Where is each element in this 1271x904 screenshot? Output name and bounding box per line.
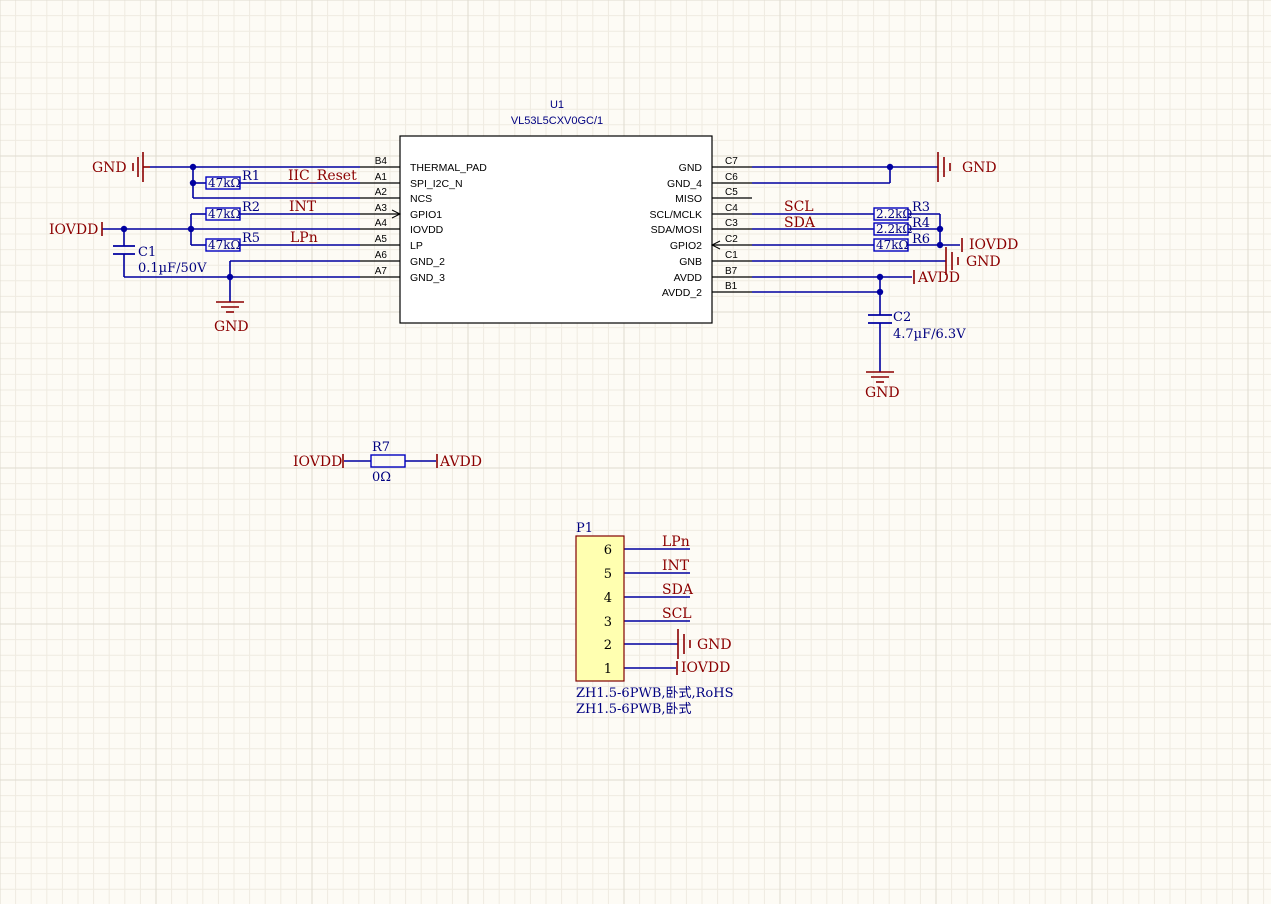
p1-pin-2[interactable]: 2 <box>604 638 612 653</box>
u1-pin-number: A6 <box>375 250 388 261</box>
p1-net-label-scl: SCL <box>662 606 692 622</box>
ground-symbol-bottom-left <box>216 301 244 313</box>
u1-pin-number: A3 <box>375 203 388 214</box>
u1-pin-name: GND <box>679 162 703 174</box>
net-label-scl: SCL <box>784 199 814 215</box>
u1-pin-name: GND_2 <box>410 256 445 268</box>
r6-value: 47kΩ <box>876 238 909 252</box>
u1-pin-name: GND_4 <box>667 178 702 190</box>
p1-pin-number: 1 <box>604 662 612 677</box>
gnd-label-c2: GND <box>865 385 900 401</box>
p1-designator: P1 <box>576 521 593 536</box>
r5-value: 47kΩ <box>208 238 241 252</box>
u1-pin-name: IOVDD <box>410 224 444 236</box>
r1-value: 47kΩ <box>208 176 241 190</box>
gnd-label-gnb: GND <box>966 254 1001 270</box>
p1-pin-number: 6 <box>604 543 612 558</box>
r2-value: 47kΩ <box>208 207 241 221</box>
u1-pin-number: A4 <box>375 218 388 229</box>
p1-pin-number: 4 <box>604 591 612 606</box>
r4-value: 2.2kΩ <box>876 222 912 236</box>
u1-pin-number: C6 <box>725 172 738 183</box>
u1-pin-name: SPI_I2C_N <box>410 178 463 190</box>
u1-pin-number: C2 <box>725 234 738 245</box>
c1-ref: C1 <box>138 245 156 260</box>
u1-pin-name: GND_3 <box>410 272 445 284</box>
r7-ref: R7 <box>372 440 390 455</box>
u1-pin-name: GNB <box>679 256 702 268</box>
u1-designator: U1 <box>550 99 564 111</box>
u1-pin-name: SCL/MCLK <box>649 209 702 221</box>
u1-pin-number: C4 <box>725 203 738 214</box>
gnd-label-right-top: GND <box>962 160 997 176</box>
u1-part-number: VL53L5CXV0GC/1 <box>511 115 603 127</box>
gnd-label-bottom-left: GND <box>214 319 249 335</box>
p1-pin-number: 2 <box>604 638 612 653</box>
u1-pin-number: B1 <box>725 281 738 292</box>
p1-pin-number: 3 <box>604 615 612 630</box>
avdd-label-r7: AVDD <box>439 454 482 470</box>
schematic-sheet: U1 VL53L5CXV0GC/1 B4 THERMAL_PAD A1 SPI_I2C… <box>0 0 1271 904</box>
r3-ref: R3 <box>912 200 930 215</box>
p1-pin-number: 5 <box>604 567 612 582</box>
r1-ref: R1 <box>242 169 260 184</box>
r2-ref: R2 <box>242 200 260 215</box>
p1-net-label-int: INT <box>662 558 690 574</box>
gnd-label-p1: GND <box>697 637 732 653</box>
u1-pin-number: A2 <box>375 187 388 198</box>
u1-pin-name: AVDD <box>674 272 703 284</box>
u1-pin-name: AVDD_2 <box>662 287 702 299</box>
u1-pin-number: A1 <box>375 172 388 183</box>
r5-ref: R5 <box>242 231 260 246</box>
net-label-lpn: LPn <box>290 230 318 246</box>
resistor-r7[interactable]: R7 0Ω <box>370 440 406 485</box>
c2-value: 4.7µF/6.3V <box>893 327 966 342</box>
net-label-iic-reset: IIC_Reset <box>288 168 357 184</box>
u1-pin-number: C5 <box>725 187 738 198</box>
r4-ref: R4 <box>912 216 930 231</box>
ground-symbol-p1 <box>677 629 691 659</box>
iovdd-label-left: IOVDD <box>49 222 98 238</box>
u1-pin-name: MISO <box>675 193 702 205</box>
c2-ref: C2 <box>893 310 911 325</box>
ground-symbol-c2 <box>866 371 894 383</box>
u1-pin-number: C7 <box>725 156 738 167</box>
u1-pin-name: GPIO1 <box>410 209 442 221</box>
u1-pin-name: THERMAL_PAD <box>410 162 487 174</box>
p1-net-label-lpn: LPn <box>662 534 690 550</box>
net-label-sda: SDA <box>784 215 816 231</box>
iovdd-label-right: IOVDD <box>969 237 1018 253</box>
gnd-label-left: GND <box>92 160 127 176</box>
u1-pin-number: C3 <box>725 218 738 229</box>
u1-pin-number: C1 <box>725 250 738 261</box>
u1-pin-number: B7 <box>725 266 738 277</box>
c1-value: 0.1µF/50V <box>138 261 207 276</box>
r6-ref: R6 <box>912 232 930 247</box>
u1-pin-number: B4 <box>375 156 388 167</box>
avdd-label-right: AVDD <box>917 270 960 286</box>
r3-value: 2.2kΩ <box>876 207 912 221</box>
p1-footprint-2: ZH1.5-6PWB,卧式 <box>576 702 692 717</box>
net-label-int: INT <box>289 199 317 215</box>
p1-body <box>575 535 625 682</box>
u1-pin-name: LP <box>410 240 423 252</box>
p1-net-label-sda: SDA <box>662 582 694 598</box>
p1-footprint-1: ZH1.5-6PWB,卧式,RoHS <box>576 686 734 701</box>
u1-pin-number: A5 <box>375 234 388 245</box>
p1-pin-1[interactable]: 1 <box>604 662 612 677</box>
u1-component[interactable]: U1 VL53L5CXV0GC/1 B4 THERMAL_PAD A1 SPI_I2C… <box>360 99 752 324</box>
r7-value: 0Ω <box>372 470 391 485</box>
u1-pin-name: GPIO2 <box>670 240 702 252</box>
u1-pin-number: A7 <box>375 266 388 277</box>
u1-pin-name: SDA/MOSI <box>651 224 702 236</box>
iovdd-label-r7: IOVDD <box>293 454 342 470</box>
iovdd-label-p1: IOVDD <box>681 660 730 676</box>
u1-pin-name: NCS <box>410 193 432 205</box>
